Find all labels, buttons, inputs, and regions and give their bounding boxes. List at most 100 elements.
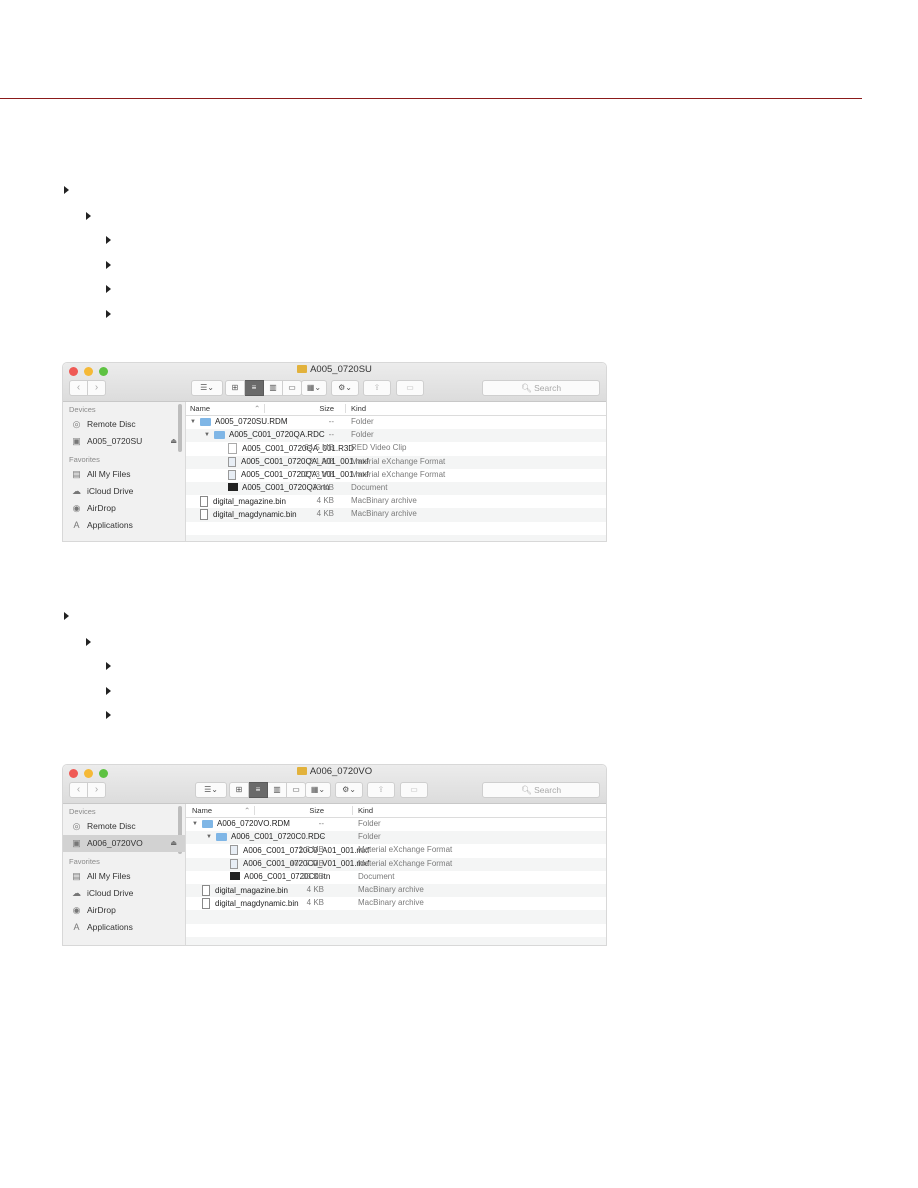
table-row[interactable]: digital_magazine.bin 4 KB MacBinary arch… — [186, 495, 606, 508]
file-size: -- — [328, 417, 334, 426]
sidebar-item-label: Remote Disc — [87, 821, 136, 831]
gallery-icon: ▭ — [292, 785, 300, 794]
sidebar-item-favorite[interactable]: ☁ iCloud Drive — [63, 885, 185, 902]
eject-icon[interactable]: ⏏ — [170, 433, 177, 450]
bullet-triangle-icon — [106, 687, 111, 695]
column-name[interactable]: Name — [192, 806, 212, 815]
disclosure-triangle-icon[interactable]: ▼ — [204, 432, 214, 438]
icon-view-button[interactable]: ⊞ — [229, 782, 249, 798]
table-row[interactable]: digital_magdynamic.bin 4 KB MacBinary ar… — [186, 508, 606, 522]
table-row[interactable]: A005_C001_0720QA_001.R3D 64.5 MB RED Vid… — [186, 442, 606, 455]
gallery-view-button[interactable]: ▭ — [287, 782, 306, 798]
gallery-view-button[interactable]: ▭ — [283, 380, 302, 396]
table-row[interactable]: ▼ A005_0720SU.RDM -- Folder — [186, 416, 606, 429]
sidebar-item-label: iCloud Drive — [87, 888, 134, 898]
airdrop-icon: ◉ — [72, 905, 81, 915]
tag-icon: ▭ — [410, 785, 418, 794]
mxf-file-icon — [230, 845, 238, 856]
tag-button[interactable]: ▭ — [396, 380, 424, 396]
list-view-button[interactable]: ≡ — [245, 380, 264, 396]
group-button[interactable]: ▦⌄ — [301, 380, 327, 396]
action-button[interactable]: ⚙⌄ — [335, 782, 363, 798]
sidebar: Devices ◎ Remote Disc ▣ A006_0720VO ⏏ Fa… — [63, 804, 186, 945]
column-size[interactable]: Size — [284, 806, 324, 815]
file-list: Name ⌃ Size Kind ▼ A006_0720VO.RDM -- Fo… — [186, 804, 606, 945]
tag-button[interactable]: ▭ — [400, 782, 428, 798]
file-size: 33 KB — [302, 871, 324, 881]
arrange-menu-button[interactable]: ☰⌄ — [195, 782, 227, 798]
group-button[interactable]: ▦⌄ — [305, 782, 331, 798]
column-view-button[interactable]: ▥ — [268, 782, 287, 798]
sidebar-item-label: Remote Disc — [87, 419, 136, 429]
column-kind[interactable]: Kind — [351, 404, 366, 413]
gallery-icon: ▭ — [288, 383, 296, 392]
list-icon: ≡ — [255, 785, 261, 794]
back-button[interactable]: ‹ — [69, 380, 88, 396]
applications-icon: A — [73, 922, 80, 932]
sidebar-section-devices: Devices — [69, 405, 96, 414]
sidebar-item-favorite[interactable]: ◉ AirDrop — [63, 902, 185, 919]
disclosure-triangle-icon[interactable]: ▼ — [190, 419, 200, 425]
table-row[interactable]: A006_C001_0720C0_V01_001.mxf 107.7 MB Ma… — [186, 857, 606, 871]
search-placeholder: Search — [534, 785, 562, 795]
column-name[interactable]: Name — [190, 404, 210, 413]
sidebar-section-devices: Devices — [69, 807, 96, 816]
search-field[interactable]: 🔍︎ Search — [482, 782, 600, 798]
column-size[interactable]: Size — [294, 404, 334, 413]
rtn-file-icon — [228, 483, 238, 492]
table-row[interactable]: A006_C001_0720C0.rtn 33 KB Document — [186, 871, 606, 884]
eject-icon[interactable]: ⏏ — [170, 835, 177, 852]
column-view-button[interactable]: ▥ — [264, 380, 283, 396]
table-row[interactable]: ▼ A005_C001_0720QA.RDC -- Folder — [186, 429, 606, 443]
window-title: A005_0720SU — [63, 364, 606, 375]
sidebar-item-device[interactable]: ▣ A006_0720VO ⏏ — [63, 835, 185, 852]
table-row[interactable]: A005_C001_0720QA.rtn 33 KB Document — [186, 481, 606, 496]
mxf-file-icon — [228, 469, 236, 480]
column-kind[interactable]: Kind — [358, 806, 373, 815]
sidebar-item-label: All My Files — [87, 871, 131, 881]
search-field[interactable]: 🔍︎ Search — [482, 380, 600, 396]
forward-button[interactable]: › — [88, 782, 106, 798]
disclosure-triangle-icon[interactable]: ▼ — [206, 834, 216, 840]
share-button[interactable]: ⇪ — [367, 782, 395, 798]
view-mode-control: ⊞ ≡ ▥ ▭ — [225, 380, 302, 396]
sidebar-item-favorite[interactable]: ▤ All My Files — [63, 868, 185, 885]
sidebar-item-favorite[interactable]: A Applications — [63, 919, 185, 936]
table-row[interactable]: digital_magazine.bin 4 KB MacBinary arch… — [186, 883, 606, 898]
table-row[interactable]: ▼ A006_C001_0720C0.RDC -- Folder — [186, 831, 606, 845]
action-button[interactable]: ⚙⌄ — [331, 380, 359, 396]
table-row[interactable]: A006_C001_0720C0_A01_001.mxf 1.8 MB Mate… — [186, 844, 606, 857]
table-row[interactable]: ▼ A006_0720VO.RDM -- Folder — [186, 818, 606, 831]
arrange-menu-button[interactable]: ☰⌄ — [191, 380, 223, 396]
mxf-file-icon — [228, 456, 236, 467]
list-view-button[interactable]: ≡ — [249, 782, 268, 798]
sidebar-item-device[interactable]: ◎ Remote Disc — [63, 818, 185, 835]
file-size: 4 KB — [306, 898, 324, 908]
table-row[interactable]: digital_magdynamic.bin 4 KB MacBinary ar… — [186, 897, 606, 910]
bullet-triangle-icon — [86, 212, 91, 220]
window-title-text: A006_0720VO — [309, 766, 373, 777]
sidebar-item-favorite[interactable]: ◉ AirDrop — [63, 500, 185, 517]
finder-window: A005_0720SU ‹ › ☰⌄ ⊞ ≡ ▥ ▭ ▦⌄ ⚙⌄ ⇪ ▭ 🔍︎ … — [62, 362, 607, 542]
bin-file-icon — [202, 884, 210, 896]
file-kind: Folder — [351, 430, 374, 440]
table-row[interactable]: A005_C001_0720QA_A01_001.mxf 2.1 MB Mate… — [186, 455, 606, 469]
file-kind: MacBinary archive — [351, 496, 417, 506]
disclosure-triangle-icon[interactable]: ▼ — [192, 821, 202, 827]
file-size: -- — [318, 832, 324, 842]
tag-icon: ▭ — [406, 383, 414, 392]
share-button[interactable]: ⇪ — [363, 380, 391, 396]
back-button[interactable]: ‹ — [69, 782, 88, 798]
sidebar-item-favorite[interactable]: ☁ iCloud Drive — [63, 483, 185, 500]
sidebar-item-favorite[interactable]: ▤ All My Files — [63, 466, 185, 483]
sidebar-item-device[interactable]: ▣ A005_0720SU ⏏ — [63, 433, 185, 450]
icon-view-button[interactable]: ⊞ — [225, 380, 245, 396]
file-kind: Material eXchange Format — [358, 858, 453, 868]
columns-icon: ▥ — [273, 785, 281, 794]
sidebar-item-device[interactable]: ◎ Remote Disc — [63, 416, 185, 433]
file-size: 4 KB — [306, 884, 324, 894]
finder-window: A006_0720VO ‹ › ☰⌄ ⊞ ≡ ▥ ▭ ▦⌄ ⚙⌄ ⇪ ▭ 🔍︎ … — [62, 764, 607, 946]
sidebar-item-favorite[interactable]: A Applications — [63, 517, 185, 534]
table-row[interactable]: A005_C001_0720QA_V01_001.mxf 127.3 MB Ma… — [186, 469, 606, 482]
forward-button[interactable]: › — [88, 380, 106, 396]
